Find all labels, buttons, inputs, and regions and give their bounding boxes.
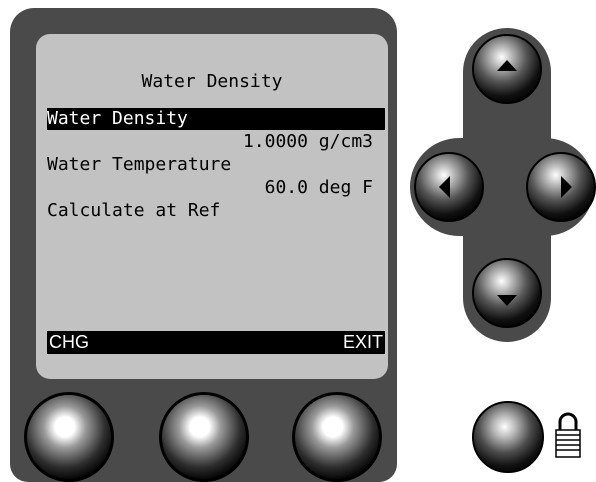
page-title: Water Density <box>141 71 283 92</box>
softkey-middle-button[interactable] <box>159 392 249 482</box>
padlock-icon <box>555 412 581 458</box>
triangle-down-icon <box>497 295 517 306</box>
menu-item-water-temperature[interactable]: Water Temperature <box>47 154 231 176</box>
triangle-right-icon <box>561 176 572 198</box>
right-arrow-button[interactable] <box>526 152 596 222</box>
down-arrow-button[interactable] <box>472 258 542 328</box>
softkey-label-bar: CHG EXIT <box>47 331 385 354</box>
triangle-up-icon <box>497 60 517 71</box>
triangle-left-icon <box>439 176 450 198</box>
menu-item-calculate-at-ref[interactable]: Calculate at Ref <box>47 200 220 222</box>
softkey-chg-button[interactable] <box>24 392 114 482</box>
water-temperature-value: 60.0 deg F <box>264 177 373 198</box>
navigation-pad <box>410 28 596 342</box>
softkey-label-exit: EXIT <box>342 332 383 352</box>
left-arrow-button[interactable] <box>414 152 484 222</box>
lcd-screen: Water Density Water Density 1.0000 g/cm3… <box>36 34 388 379</box>
lock-button[interactable] <box>472 401 544 473</box>
softkey-exit-button[interactable] <box>292 392 382 482</box>
water-density-value: 1.0000 g/cm3 <box>242 131 373 152</box>
softkey-label-chg: CHG <box>49 332 89 352</box>
display-bezel: Water Density Water Density 1.0000 g/cm3… <box>10 8 397 380</box>
up-arrow-button[interactable] <box>472 34 542 104</box>
menu-item-water-density[interactable]: Water Density <box>47 108 385 130</box>
